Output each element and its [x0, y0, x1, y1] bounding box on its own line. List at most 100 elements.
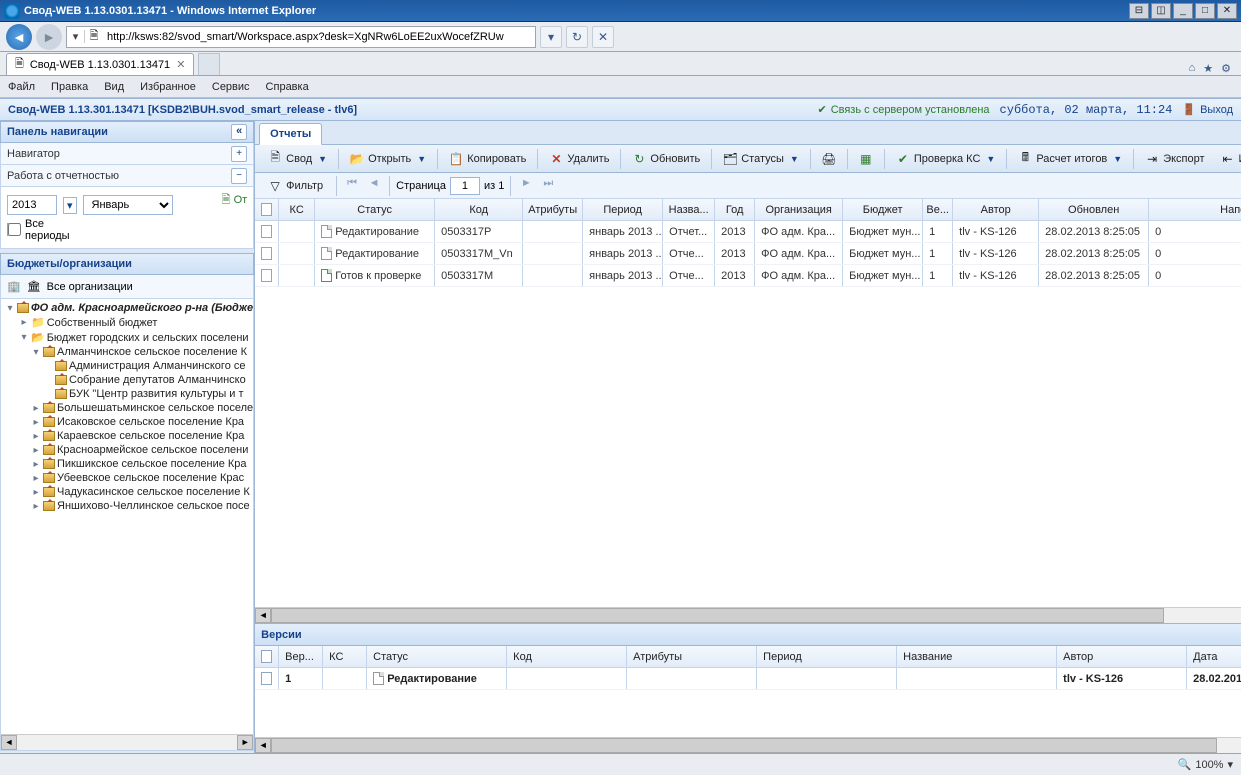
- maximize-button[interactable]: □: [1195, 3, 1215, 19]
- tree-item[interactable]: Администрация Алманчинского се: [69, 360, 246, 372]
- version-row[interactable]: 1 Редактирование tlv - KS-126 28.02.2013…: [255, 668, 1241, 690]
- tree-item[interactable]: Собрание депутатов Алманчинско: [69, 374, 246, 386]
- page-next[interactable]: ►: [517, 177, 535, 195]
- vcol-ver[interactable]: Вер...: [279, 646, 323, 667]
- col-ver[interactable]: Ве...: [923, 199, 953, 220]
- tree-item[interactable]: Чадукасинское сельское поселение К: [57, 486, 250, 498]
- vcol-date[interactable]: Дата: [1187, 646, 1241, 667]
- zoom-control[interactable]: 🔍100%▾: [1178, 758, 1233, 771]
- refresh-button-tb[interactable]: ↻Обновить: [625, 149, 707, 169]
- tree-item[interactable]: Убеевское сельское поселение Крас: [57, 472, 244, 484]
- page-first[interactable]: ⏮: [343, 177, 361, 195]
- copy-button[interactable]: 📋Копировать: [442, 149, 533, 169]
- favorites-icon[interactable]: ★: [1203, 62, 1213, 75]
- tree-item[interactable]: БУК "Центр развития культуры и т: [69, 388, 244, 400]
- navigator-header[interactable]: Навигатор +: [0, 143, 254, 165]
- menu-help[interactable]: Справка: [266, 81, 309, 93]
- col-year[interactable]: Год: [715, 199, 755, 220]
- tree-item[interactable]: Бюджет городских и сельских поселени: [47, 332, 249, 344]
- reporting-collapse-button[interactable]: −: [231, 168, 247, 184]
- address-bar[interactable]: ▾ 🗎: [66, 26, 536, 48]
- tools-icon[interactable]: ⚙: [1221, 62, 1231, 75]
- close-button[interactable]: ✕: [1217, 3, 1237, 19]
- col-code[interactable]: Код: [435, 199, 523, 220]
- select-all-checkbox[interactable]: [261, 203, 272, 216]
- tree-item[interactable]: Собственный бюджет: [47, 317, 158, 329]
- reporting-header[interactable]: Работа с отчетностью −: [0, 165, 254, 187]
- delete-button[interactable]: ✕Удалить: [542, 149, 616, 169]
- year-spinner[interactable]: ▾: [63, 197, 77, 214]
- stop-button[interactable]: ✕: [592, 26, 614, 48]
- vcol-ks[interactable]: КС: [323, 646, 367, 667]
- tree-item[interactable]: Алманчинское сельское поселение К: [57, 346, 247, 358]
- col-org[interactable]: Организация: [755, 199, 843, 220]
- home-icon[interactable]: ⌂: [1189, 62, 1196, 75]
- open-button[interactable]: 📂Открыть▼: [343, 149, 433, 169]
- col-remind[interactable]: Напомин: [1149, 199, 1241, 220]
- month-select[interactable]: Январь: [83, 195, 173, 215]
- page-prev[interactable]: ◄: [365, 177, 383, 195]
- org-tree[interactable]: ▾ ФО адм. Красноармейского р-на (Бюдже ▸…: [0, 299, 254, 751]
- versions-hscrollbar[interactable]: ◄►: [255, 737, 1241, 753]
- col-attrs[interactable]: Атрибуты: [523, 199, 583, 220]
- tree-item[interactable]: Караевское сельское поселение Кра: [57, 430, 244, 442]
- tree-item[interactable]: Большешатьминское сельское поселе: [57, 402, 253, 414]
- excel-button[interactable]: ▦: [852, 149, 880, 169]
- win-layout-1[interactable]: ⊟: [1129, 3, 1149, 19]
- page-input[interactable]: [450, 177, 480, 195]
- win-layout-2[interactable]: ◫: [1151, 3, 1171, 19]
- grid-hscrollbar[interactable]: ◄►: [255, 607, 1241, 623]
- row-checkbox[interactable]: [261, 247, 272, 260]
- tab-close-icon[interactable]: ✕: [176, 58, 185, 71]
- url-dropdown[interactable]: ▾: [67, 30, 85, 43]
- tree-item[interactable]: Красноармейское сельское поселени: [57, 444, 248, 456]
- refresh-button[interactable]: ↻: [566, 26, 588, 48]
- exit-button[interactable]: 🚪Выход: [1182, 103, 1233, 116]
- url-input[interactable]: [103, 31, 535, 43]
- menu-service[interactable]: Сервис: [212, 81, 250, 93]
- org-tool-2[interactable]: 🏛: [27, 280, 41, 293]
- new-tab-button[interactable]: [198, 53, 220, 75]
- import-button[interactable]: ⇤Импорт: [1214, 149, 1241, 169]
- vcol-name[interactable]: Название: [897, 646, 1057, 667]
- version-checkbox[interactable]: [261, 672, 272, 685]
- check-ks-button[interactable]: ✔Проверка КС▼: [889, 149, 1002, 169]
- vcol-code[interactable]: Код: [507, 646, 627, 667]
- org-tool-1[interactable]: 🏢: [7, 280, 21, 293]
- tree-item[interactable]: Пикшикское сельское поселение Кра: [57, 458, 247, 470]
- tree-root[interactable]: ФО адм. Красноармейского р-на (Бюдже: [31, 302, 253, 314]
- table-row[interactable]: Редактирование0503317Рянварь 2013 ...Отч…: [255, 221, 1241, 243]
- col-author[interactable]: Автор: [953, 199, 1039, 220]
- col-period[interactable]: Период: [583, 199, 663, 220]
- vcol-author[interactable]: Автор: [1057, 646, 1187, 667]
- export-button[interactable]: ⇥Экспорт: [1138, 149, 1211, 169]
- col-name[interactable]: Назва...: [663, 199, 715, 220]
- tree-hscrollbar[interactable]: ◄►: [1, 734, 253, 750]
- versions-select-all[interactable]: [261, 650, 272, 663]
- menu-favorites[interactable]: Избранное: [140, 81, 196, 93]
- vcol-attrs[interactable]: Атрибуты: [627, 646, 757, 667]
- statuses-button[interactable]: 🗂Статусы▼: [716, 149, 806, 169]
- vcol-period[interactable]: Период: [757, 646, 897, 667]
- nav-back-button[interactable]: ◄: [6, 24, 32, 50]
- tree-item[interactable]: Яншихово-Челлинское сельское посе: [57, 500, 250, 512]
- filter-button[interactable]: ▽Фильтр: [261, 176, 330, 196]
- svod-button[interactable]: 🗎Свод▼: [261, 149, 334, 169]
- nav-forward-button[interactable]: ►: [36, 24, 62, 50]
- col-status[interactable]: Статус: [315, 199, 435, 220]
- col-budget[interactable]: Бюджет: [843, 199, 923, 220]
- print-button[interactable]: 🖨: [815, 149, 843, 169]
- reports-shortcut-icon[interactable]: 🗎 От: [222, 191, 248, 210]
- row-checkbox[interactable]: [261, 225, 272, 238]
- menu-file[interactable]: Файл: [8, 81, 35, 93]
- table-row[interactable]: Готов к проверке0503317Мянварь 2013 ...О…: [255, 265, 1241, 287]
- collapse-panel-button[interactable]: «: [231, 124, 247, 140]
- calc-button[interactable]: 🖩Расчет итогов▼: [1011, 149, 1129, 169]
- menu-view[interactable]: Вид: [104, 81, 124, 93]
- table-row[interactable]: Редактирование0503317М_Vnянварь 2013 ...…: [255, 243, 1241, 265]
- reports-tab[interactable]: Отчеты: [259, 123, 322, 145]
- col-updated[interactable]: Обновлен: [1039, 199, 1149, 220]
- row-checkbox[interactable]: [261, 269, 272, 282]
- tree-item[interactable]: Исаковское сельское поселение Кра: [57, 416, 244, 428]
- menu-edit[interactable]: Правка: [51, 81, 88, 93]
